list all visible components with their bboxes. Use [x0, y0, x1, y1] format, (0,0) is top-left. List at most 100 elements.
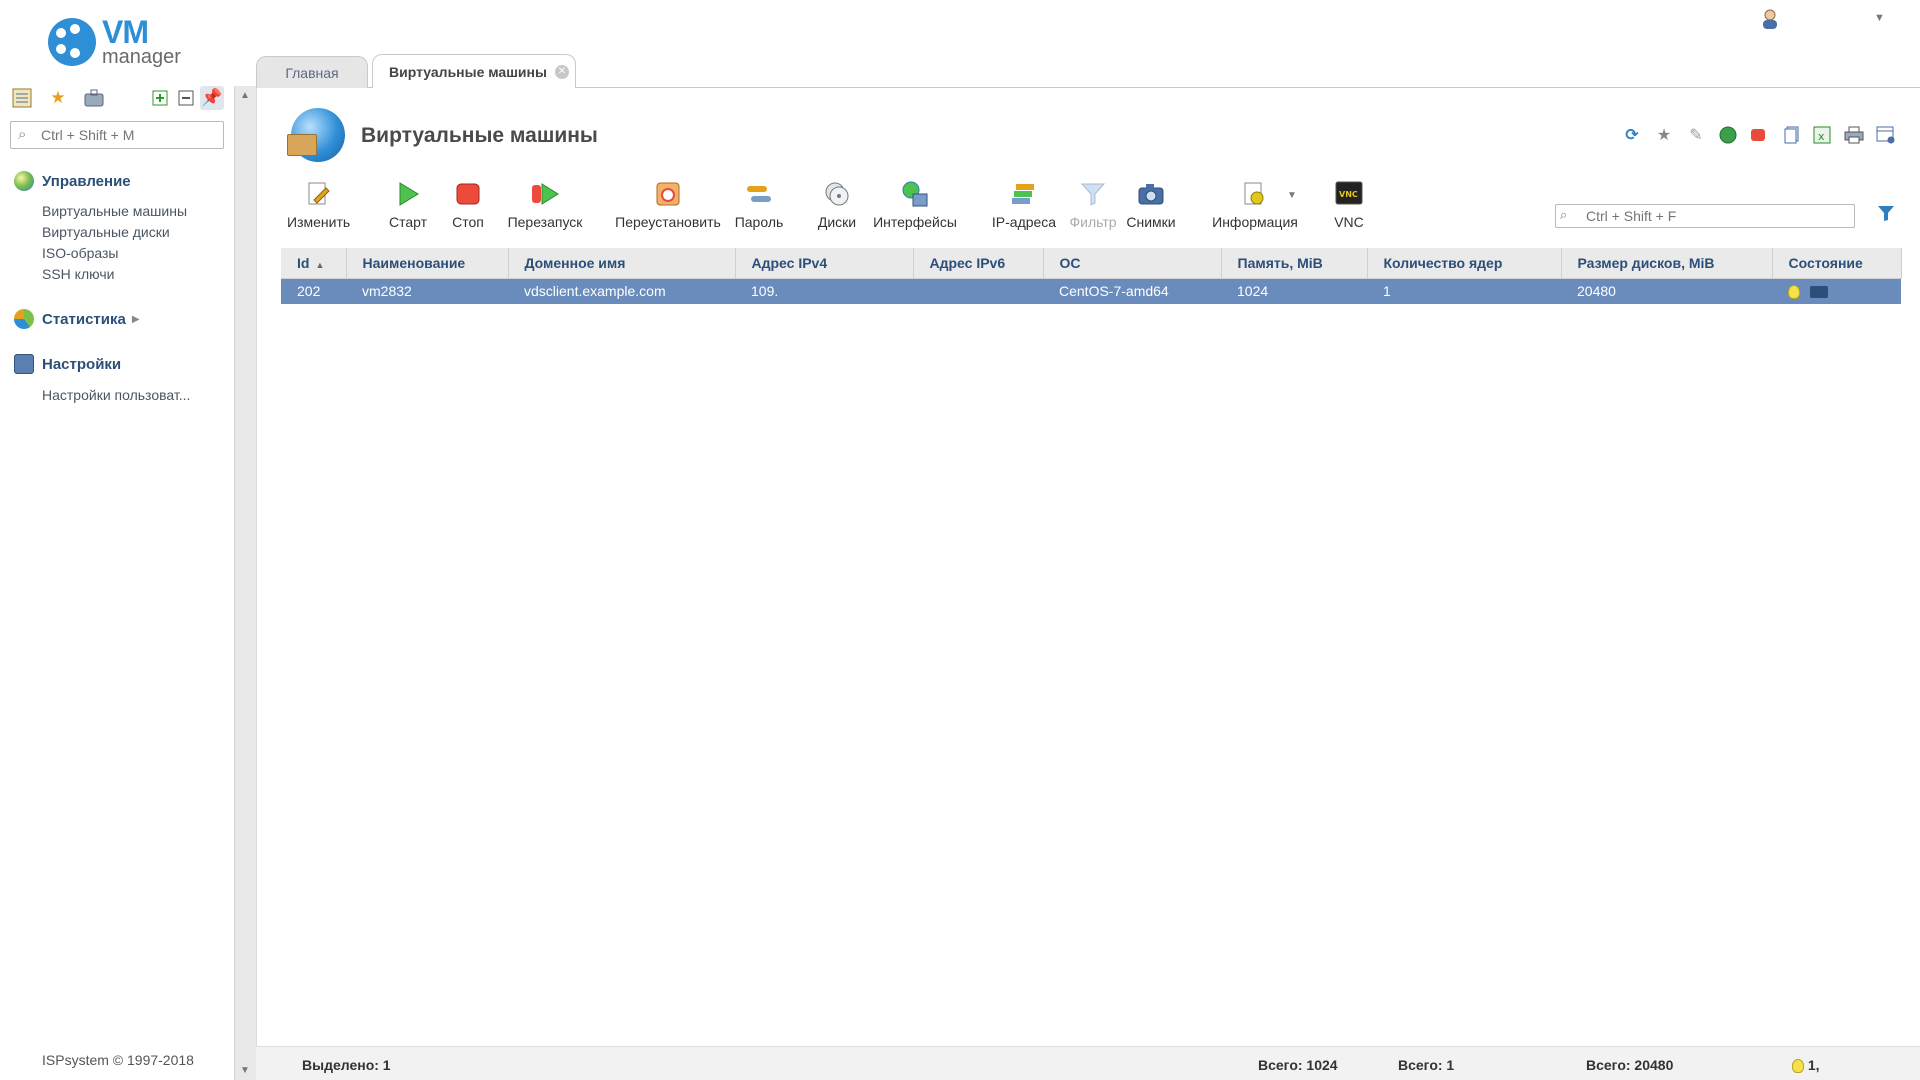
monitor-settings-icon	[14, 354, 34, 374]
info-icon	[1244, 182, 1264, 205]
sidebar-item-ssh-keys[interactable]: SSH ключи	[42, 266, 114, 282]
menu-group-title: Статистика	[42, 310, 126, 328]
cell-name: vm2832	[346, 278, 508, 304]
selected-count: Выделено: 1	[302, 1057, 391, 1073]
svg-text:VNC: VNC	[1339, 190, 1358, 199]
help-globe-icon[interactable]	[1717, 124, 1739, 146]
column-header-state[interactable]: Состояние	[1772, 248, 1902, 279]
running-lightbulb-icon	[1788, 285, 1800, 300]
sidebar-item-virtual-disks[interactable]: Виртуальные диски	[42, 224, 170, 240]
password-icon	[747, 186, 771, 202]
refresh-icon[interactable]: ⟳	[1621, 124, 1643, 146]
sidebar-item-iso-images[interactable]: ISO-образы	[42, 245, 118, 261]
sidebar-scrollbar[interactable]: ▲ ▼	[234, 86, 256, 1080]
list-view-icon[interactable]	[10, 86, 34, 110]
expand-all-icon[interactable]	[148, 86, 172, 110]
user-avatar-icon[interactable]	[1760, 8, 1780, 36]
vnc-icon: VNC	[1335, 181, 1363, 205]
tab-label: Главная	[285, 64, 339, 81]
column-header-name[interactable]: Наименование	[346, 248, 509, 279]
vnc-button[interactable]: VNC VNC	[1329, 180, 1369, 234]
scroll-up-icon[interactable]: ▲	[240, 90, 250, 101]
interfaces-button[interactable]: Интерфейсы	[873, 180, 957, 234]
cell-memory: 1024	[1221, 278, 1367, 304]
tab-home[interactable]: Главная	[256, 56, 368, 88]
ip-addresses-button[interactable]: IP-адреса	[989, 180, 1059, 234]
interfaces-icon	[902, 181, 928, 207]
print-icon[interactable]	[1843, 124, 1865, 146]
column-header-id[interactable]: Id ▲	[281, 248, 347, 279]
filter-funnel-icon[interactable]	[1877, 204, 1895, 228]
table-settings-icon[interactable]	[1875, 124, 1897, 146]
password-button[interactable]: Пароль	[731, 180, 787, 234]
menu-search-input[interactable]	[41, 125, 219, 145]
main-panel: Виртуальные машины ⟳ ★ ✎ x Изменить Стар…	[256, 88, 1920, 1080]
copy-icon[interactable]	[1781, 124, 1803, 146]
running-lightbulb-icon	[1792, 1059, 1804, 1074]
cell-state	[1772, 278, 1901, 304]
state-summary: 1,	[1792, 1057, 1820, 1074]
virtual-machines-globe-icon	[287, 108, 345, 162]
table-search: ⌕	[1555, 204, 1855, 228]
column-header-domain[interactable]: Доменное имя	[508, 248, 736, 279]
close-tab-icon[interactable]: ✕	[554, 64, 569, 79]
filter-button[interactable]: Фильтр	[1065, 180, 1121, 234]
sidebar-item-user-settings[interactable]: Настройки пользоват...	[42, 387, 190, 403]
page-actions: ⟳ ★ ✎ x	[1621, 124, 1901, 148]
ip-addresses-icon	[1012, 184, 1034, 204]
page-title: Виртуальные машины	[361, 124, 598, 147]
scroll-down-icon[interactable]: ▼	[240, 1065, 250, 1076]
chevron-right-icon: ▶	[131, 313, 140, 325]
stop-button[interactable]: Стоп	[447, 180, 489, 234]
copyright-text: ISPsystem © 1997-2018	[42, 1052, 194, 1068]
menu-group-statistics[interactable]: Статистика ▶	[14, 308, 140, 330]
cell-cores: 1	[1367, 278, 1561, 304]
add-favorite-star-icon[interactable]: ★	[1653, 124, 1675, 146]
favorites-star-icon[interactable]: ★	[46, 86, 70, 110]
sidebar-item-virtual-machines[interactable]: Виртуальные машины	[42, 203, 187, 219]
edit-button[interactable]: Изменить	[287, 180, 350, 234]
column-header-ipv4[interactable]: Адрес IPv4	[735, 248, 914, 279]
reinstall-button[interactable]: Переустановить	[613, 180, 723, 234]
disks-button[interactable]: Диски	[815, 180, 859, 234]
menu-group-title: Управление	[42, 172, 131, 190]
logo-sub-text: manager	[102, 46, 181, 68]
vmmanager-logo[interactable]: VM manager	[48, 14, 198, 72]
edit-icon	[308, 182, 330, 205]
menu-group-management[interactable]: Управление	[14, 170, 131, 192]
search-icon: ⌕	[1560, 207, 1568, 222]
disk-total: Всего: 20480	[1586, 1057, 1674, 1073]
table-row[interactable]: 202 vm2832 vdsclient.example.com 109. Ce…	[281, 278, 1901, 304]
menu-group-settings[interactable]: Настройки	[14, 353, 121, 375]
table-search-input[interactable]	[1586, 207, 1850, 225]
pin-page-icon[interactable]: ✎	[1685, 124, 1707, 146]
state-count: 1,	[1807, 1057, 1820, 1073]
svg-text:x: x	[1818, 130, 1825, 143]
information-button[interactable]: Информация	[1209, 180, 1301, 234]
restart-button[interactable]: Перезапуск	[505, 180, 585, 234]
user-menu-chevron-down-icon[interactable]: ▼	[1874, 12, 1885, 24]
column-header-memory[interactable]: Память, MiB	[1221, 248, 1368, 279]
logo-mark-icon	[48, 18, 96, 66]
camera-icon	[1138, 184, 1164, 205]
tab-label: Виртуальные машины	[389, 63, 547, 80]
cell-id: 202	[281, 278, 346, 304]
collapse-all-icon[interactable]	[174, 86, 198, 110]
tab-virtual-machines[interactable]: Виртуальные машины ✕	[372, 54, 576, 88]
column-header-disk-size[interactable]: Размер дисков, MiB	[1561, 248, 1773, 279]
column-header-os[interactable]: ОС	[1043, 248, 1222, 279]
vm-console-icon[interactable]	[1809, 286, 1828, 299]
snapshots-button[interactable]: Снимки	[1125, 180, 1177, 234]
menu-search: ⌕	[10, 121, 224, 149]
briefcase-icon[interactable]	[82, 86, 106, 110]
column-header-ipv6[interactable]: Адрес IPv6	[913, 248, 1044, 279]
information-dropdown-chevron-down-icon[interactable]: ▼	[1287, 190, 1297, 201]
cell-ipv4: 109.	[735, 278, 913, 304]
sidebar-toolbar: ★ 📌	[10, 86, 226, 112]
export-excel-icon[interactable]: x	[1811, 124, 1833, 146]
column-header-cores[interactable]: Количество ядер	[1367, 248, 1562, 279]
pin-icon[interactable]: 📌	[200, 86, 224, 110]
start-button[interactable]: Старт	[383, 180, 433, 234]
stop-red-icon[interactable]	[1747, 124, 1769, 146]
cell-os: CentOS-7-amd64	[1043, 278, 1221, 304]
